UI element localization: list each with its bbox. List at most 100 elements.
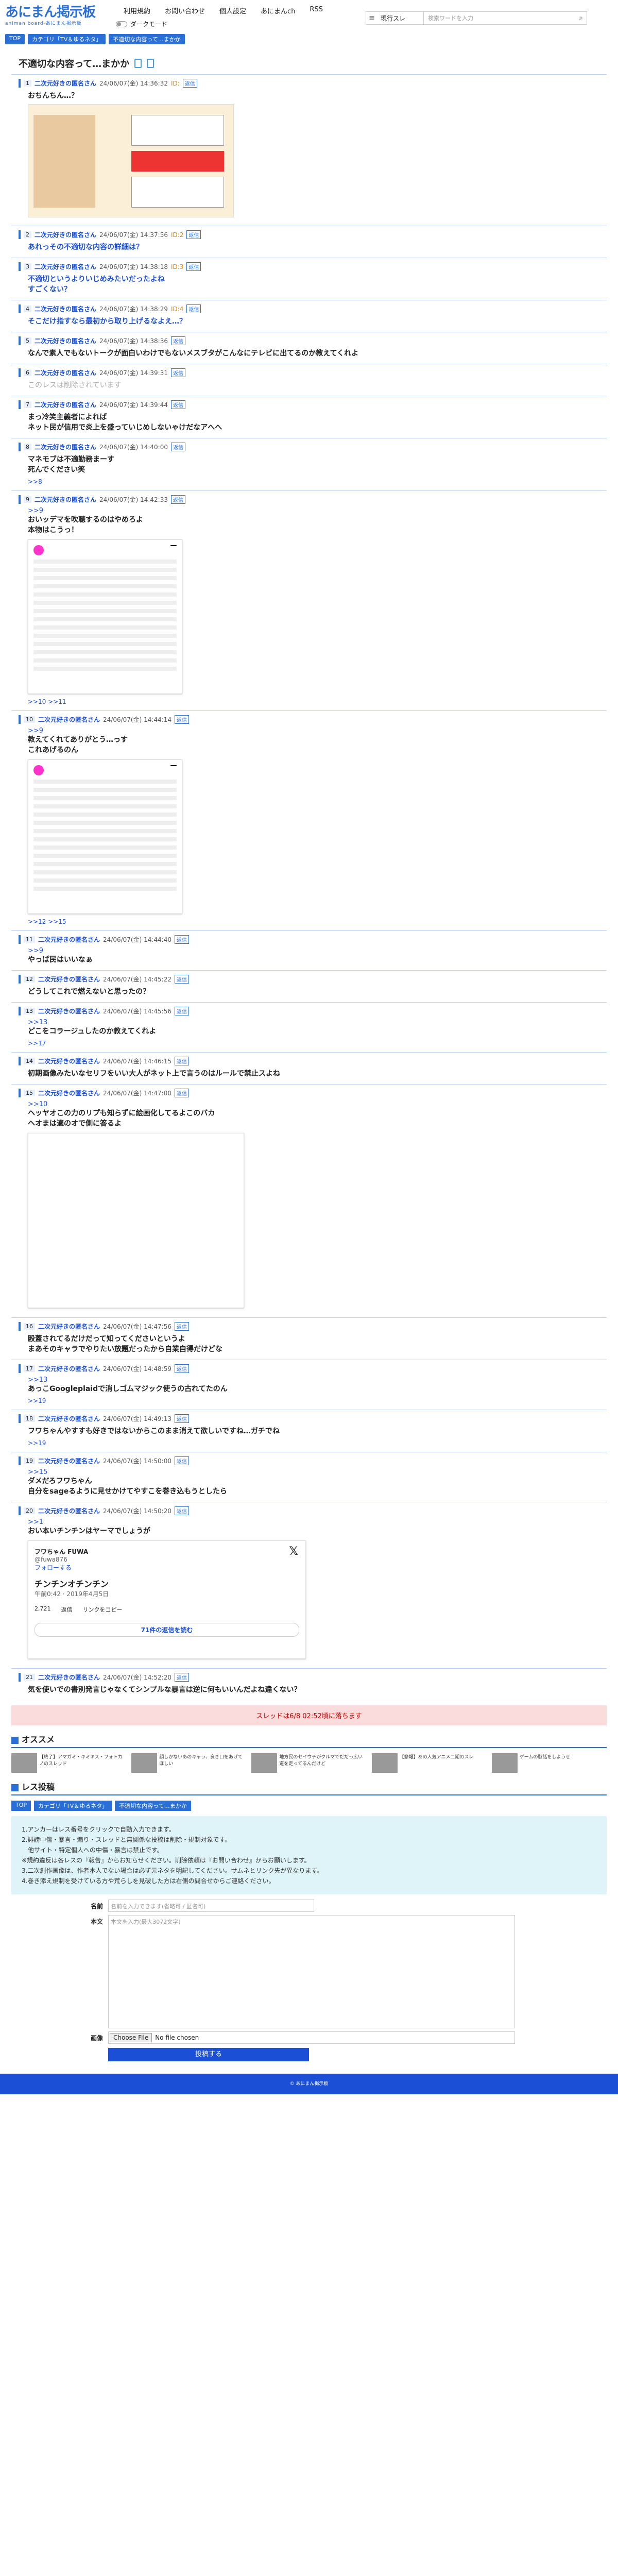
post-number[interactable]: 19	[24, 1458, 35, 1464]
dark-mode-toggle[interactable]: ダークモード	[116, 20, 167, 28]
post-number[interactable]: 7	[24, 401, 31, 408]
breadcrumb-top[interactable]: TOP	[11, 1801, 31, 1811]
nav-terms[interactable]: 利用規約	[124, 6, 150, 15]
reply-button[interactable]: 返信	[174, 935, 189, 944]
follow-link[interactable]: フォローする	[35, 1563, 299, 1572]
related-replies[interactable]: >>19	[19, 1397, 599, 1404]
reply-button[interactable]: 返信	[170, 400, 185, 409]
post-number[interactable]: 3	[24, 263, 31, 270]
nav-rss[interactable]: RSS	[310, 6, 323, 15]
reply-button[interactable]: 返信	[170, 368, 185, 377]
post-number[interactable]: 10	[24, 716, 35, 723]
post-anchor[interactable]: >>13	[19, 1019, 599, 1026]
name-field[interactable]: 名前を入力できます(省略可 / 匿名可)	[108, 1900, 314, 1912]
post-anchor[interactable]: >>10	[19, 1100, 599, 1108]
post-number[interactable]: 9	[24, 496, 31, 503]
follow-badge[interactable]	[170, 545, 177, 546]
post-number[interactable]: 1	[24, 80, 31, 87]
reply-button[interactable]: 返信	[174, 975, 189, 984]
post-number[interactable]: 2	[24, 231, 31, 238]
embedded-tweet[interactable]	[28, 1133, 244, 1308]
post: 21 二次元好きの匿名さん 24/06/07(金) 14:52:20 返信 気を使いでの…	[11, 1668, 607, 1700]
embedded-tweet[interactable]	[28, 759, 182, 914]
breadcrumb-category[interactable]: カテゴリ「TV＆ゆるネタ」	[28, 34, 106, 44]
post-anchor[interactable]: >>1	[19, 1518, 599, 1526]
choose-file-button[interactable]: Choose File	[110, 2033, 152, 2042]
related-replies[interactable]: >>10 >>11	[19, 698, 599, 705]
embedded-tweet[interactable]: 𝕏 フワちゃん FUWA @fuwa876 フォローする チンチンオチンチン 午前0:42…	[28, 1540, 306, 1659]
breadcrumb-thread[interactable]: 不適切な内容って…まかか	[115, 1801, 191, 1811]
body-textarea[interactable]: 本文を入力(最大3072文字)	[108, 1915, 515, 2028]
related-replies[interactable]: >>19	[19, 1439, 599, 1447]
bookmark-icon[interactable]	[134, 59, 142, 68]
post-number[interactable]: 17	[24, 1365, 35, 1372]
related-replies[interactable]: >>8	[19, 478, 599, 485]
copy-link-action[interactable]: リンクをコピー	[83, 1605, 123, 1614]
post-anchor[interactable]: >>9	[19, 947, 599, 955]
site-logo[interactable]: あにまん掲示板 animan board-あにまん掲示板	[5, 5, 118, 26]
reply-action[interactable]: 返信	[61, 1605, 73, 1614]
share-icon[interactable]	[147, 59, 154, 68]
post-number[interactable]: 21	[24, 1674, 35, 1681]
menu-icon[interactable]: ≡	[366, 14, 377, 22]
reply-button[interactable]: 返信	[170, 495, 185, 504]
post-anchor[interactable]: >>9	[19, 727, 599, 735]
reply-button[interactable]: 返信	[186, 230, 201, 239]
post-number[interactable]: 15	[24, 1090, 35, 1096]
search-scope-select[interactable]: 現行スレ	[377, 12, 424, 24]
post-number[interactable]: 8	[24, 444, 31, 450]
post-number[interactable]: 6	[24, 369, 31, 376]
reply-button[interactable]: 返信	[174, 1322, 189, 1331]
reply-button[interactable]: 返信	[174, 1057, 189, 1065]
nav-animanch[interactable]: あにまんch	[261, 6, 295, 15]
post-image[interactable]	[28, 104, 234, 217]
breadcrumb-category[interactable]: カテゴリ「TV＆ゆるネタ」	[34, 1801, 112, 1811]
thumbnail	[491, 1753, 518, 1773]
related-replies[interactable]: >>12 >>15	[19, 918, 599, 925]
nav-settings[interactable]: 個人設定	[219, 6, 246, 15]
post-number[interactable]: 12	[24, 976, 35, 982]
reply-button[interactable]: 返信	[174, 1506, 189, 1515]
breadcrumb-thread[interactable]: 不適切な内容って…まかか	[109, 34, 185, 44]
recommend-item[interactable]: 【悲報】あの人気アニメ二期のスレ	[371, 1753, 487, 1773]
reply-button[interactable]: 返信	[186, 304, 201, 313]
reply-button[interactable]: 返信	[182, 79, 197, 88]
reply-button[interactable]: 返信	[174, 1007, 189, 1015]
reply-button[interactable]: 返信	[170, 443, 185, 451]
post-number[interactable]: 11	[24, 936, 35, 943]
embedded-tweet[interactable]	[28, 539, 182, 694]
reply-button[interactable]: 返信	[174, 1673, 189, 1682]
toggle-switch-icon[interactable]	[116, 21, 127, 27]
reply-button[interactable]: 返信	[174, 1364, 189, 1373]
recommend-item[interactable]: 地方民のセイウチがクルマでだだっ広い道を走ってるんだけど	[251, 1753, 366, 1773]
recommend-item[interactable]: ゲームの駄話をしようぜ	[491, 1753, 607, 1773]
breadcrumb-top[interactable]: TOP	[5, 34, 25, 44]
reply-button[interactable]: 返信	[174, 1456, 189, 1465]
search-input[interactable]: 検索ワードを入力	[424, 14, 575, 22]
reply-button[interactable]: 返信	[170, 336, 185, 345]
follow-badge[interactable]	[170, 765, 177, 766]
search-icon[interactable]: ⌕	[575, 14, 587, 22]
post-number[interactable]: 4	[24, 306, 31, 312]
submit-button[interactable]: 投稿する	[108, 2048, 309, 2061]
post-number[interactable]: 5	[24, 337, 31, 344]
read-replies-button[interactable]: 71件の返信を読む	[35, 1623, 299, 1637]
reply-button[interactable]: 返信	[174, 1414, 189, 1423]
reply-button[interactable]: 返信	[174, 1089, 189, 1097]
image-file-input[interactable]: Choose File No file chosen	[108, 2031, 515, 2044]
post-number[interactable]: 13	[24, 1008, 35, 1014]
like-count[interactable]: 2,721	[35, 1605, 51, 1614]
reply-button[interactable]: 返信	[186, 262, 201, 271]
post-anchor[interactable]: >>13	[19, 1376, 599, 1384]
post-number[interactable]: 18	[24, 1415, 35, 1422]
reply-button[interactable]: 返信	[174, 715, 189, 724]
post-anchor[interactable]: >>9	[19, 507, 599, 515]
recommend-item[interactable]: 【終了】アマガミ・キミキス・フォトカノのスレッド	[11, 1753, 126, 1773]
post-number[interactable]: 14	[24, 1058, 35, 1064]
post-anchor[interactable]: >>15	[19, 1468, 599, 1476]
nav-contact[interactable]: お問い合わせ	[165, 6, 205, 15]
post-number[interactable]: 16	[24, 1323, 35, 1330]
post-number[interactable]: 20	[24, 1507, 35, 1514]
recommend-item[interactable]: 顔しかないあのキャラ、良き口をあげてほしい	[131, 1753, 246, 1773]
related-replies[interactable]: >>17	[19, 1040, 599, 1047]
